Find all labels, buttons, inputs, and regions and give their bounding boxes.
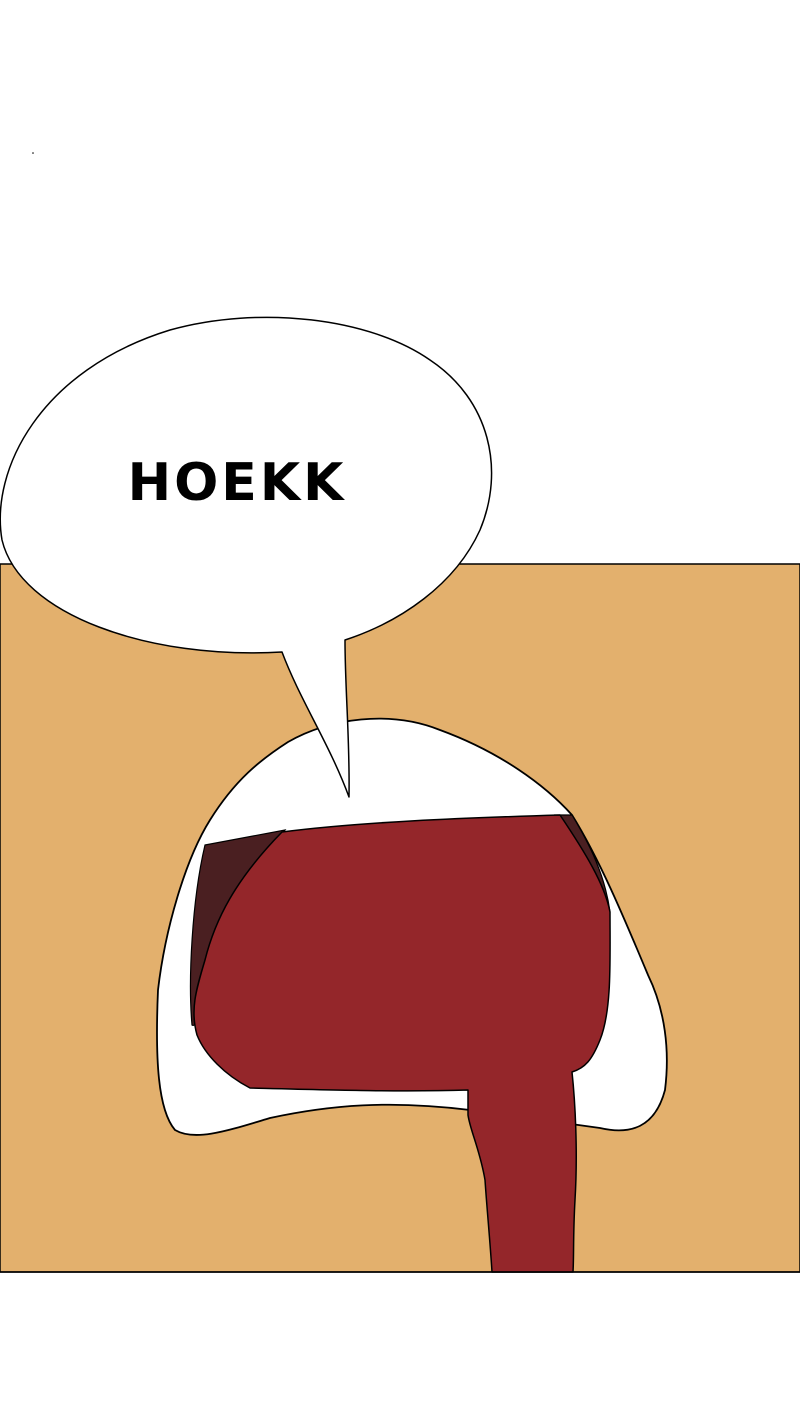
stray-speck <box>32 152 34 154</box>
speech-bubble-text: HOEKK <box>128 453 347 513</box>
comic-panel: HOEKK <box>0 152 800 1273</box>
comic-page: HOEKK <box>0 0 800 1422</box>
